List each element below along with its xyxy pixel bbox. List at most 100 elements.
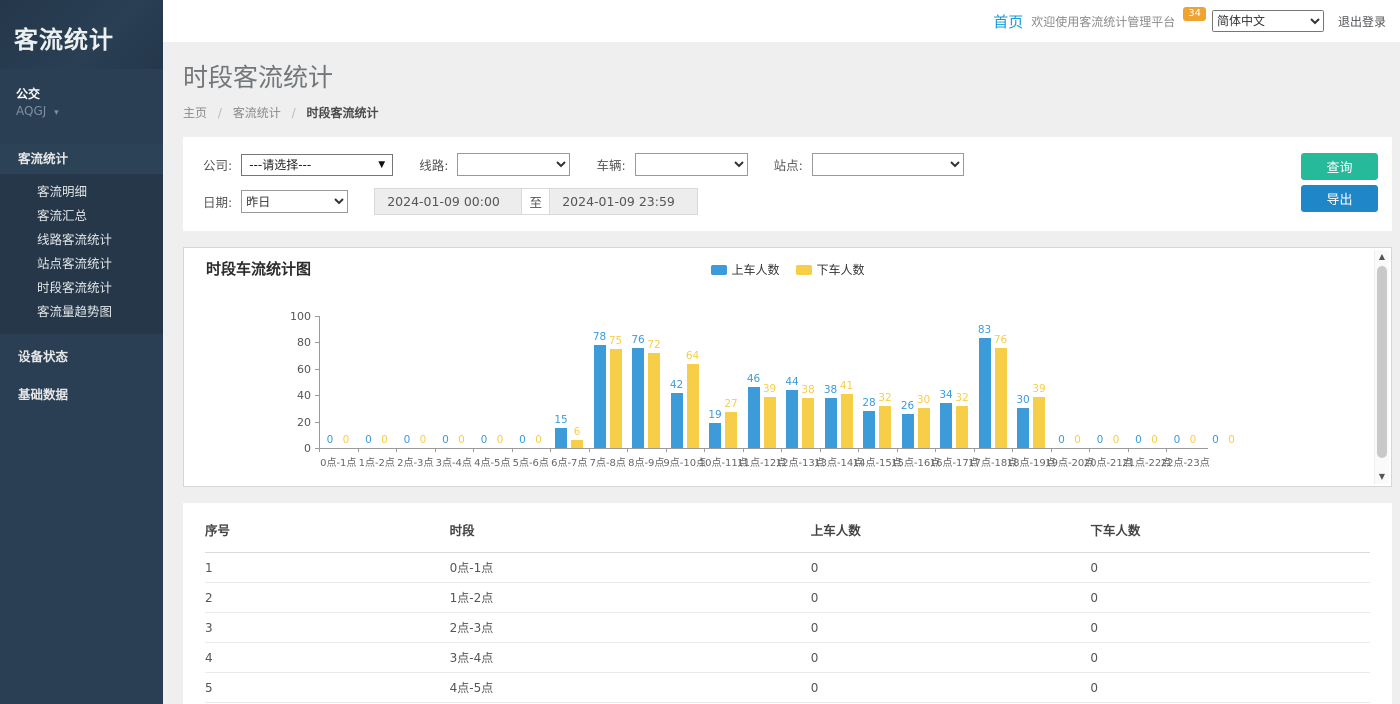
chart-bar: [918, 408, 930, 448]
date-end-input[interactable]: 2024-01-09 23:59: [550, 188, 698, 215]
table-row: 54点-5点00: [205, 673, 1370, 703]
breadcrumb-parent[interactable]: 客流统计: [233, 106, 281, 120]
line-label: 线路:: [419, 155, 448, 174]
table-cell: 0: [1090, 553, 1370, 583]
table-header-cell: 序号: [205, 507, 450, 553]
x-axis-category-label: 1点-2点: [359, 454, 395, 469]
main-area: 首页 欢迎使用客流统计管理平台 34 简体中文 退出登录 时段客流统计 主页 /…: [163, 0, 1400, 704]
x-axis-tick: [319, 448, 320, 452]
x-axis-category-label: 3点-4点: [436, 454, 472, 469]
sidebar-menu: 客流统计客流明细客流汇总线路客流统计站点客流统计时段客流统计客流量趋势图设备状态…: [0, 144, 163, 410]
chart-bar: [725, 412, 737, 448]
sidebar-subitem[interactable]: 客流明细: [0, 180, 163, 204]
bar-value-label: 76: [988, 334, 1014, 346]
x-axis-category-label: 7点-8点: [590, 454, 626, 469]
sidebar-item[interactable]: 设备状态: [0, 342, 163, 372]
sidebar-subitem[interactable]: 站点客流统计: [0, 252, 163, 276]
y-axis-tick-label: 20: [281, 416, 311, 429]
bar-value-label: 39: [1026, 383, 1052, 395]
bar-value-label: 41: [834, 380, 860, 392]
table-cell: 0: [811, 643, 1091, 673]
table-cell: 0: [1090, 583, 1370, 613]
sidebar-subitem[interactable]: 客流汇总: [0, 204, 163, 228]
legend-label: 上车人数: [731, 261, 779, 278]
table-cell: 0: [811, 553, 1091, 583]
x-axis-tick: [358, 448, 359, 452]
y-axis-tick-label: 80: [281, 336, 311, 349]
bar-value-label: 15: [548, 414, 574, 426]
page-title: 时段客流统计: [183, 58, 1392, 94]
sidebar-subitem[interactable]: 客流量趋势图: [0, 300, 163, 324]
chart-bar: [802, 398, 814, 448]
bar-chart: 020406080100000点-1点001点-2点002点-3点003点-4点…: [281, 298, 1331, 478]
table-cell: 0: [811, 583, 1091, 613]
legend-swatch-yellow: [796, 265, 812, 275]
x-axis-tick: [1051, 448, 1052, 452]
breadcrumb-home[interactable]: 主页: [183, 106, 207, 120]
table-cell: 0: [1090, 613, 1370, 643]
welcome-text: 欢迎使用客流统计管理平台: [1031, 13, 1175, 30]
chart-title: 时段车流统计图: [206, 258, 311, 279]
x-axis-category-label: 0点-1点: [320, 454, 356, 469]
table-cell: 3: [205, 613, 450, 643]
language-select[interactable]: 简体中文: [1212, 10, 1324, 32]
company-select-value: ---请选择---: [249, 156, 311, 173]
y-axis-tick-label: 60: [281, 363, 311, 376]
legend-item-boarding[interactable]: 上车人数: [710, 261, 779, 278]
company-select[interactable]: ---请选择--- ▼: [241, 154, 393, 176]
table-cell: 0: [1090, 643, 1370, 673]
breadcrumb-separator: /: [292, 106, 296, 120]
x-axis-category-label: 4点-5点: [474, 454, 510, 469]
scroll-up-icon[interactable]: ▲: [1375, 250, 1389, 264]
org-code-dropdown[interactable]: AQGJ ▾: [16, 104, 163, 118]
x-axis-category-label: 2点-3点: [397, 454, 433, 469]
y-axis-line: [319, 316, 320, 448]
chart-vertical-scrollbar[interactable]: ▲ ▼: [1374, 250, 1389, 484]
org-name: 公交: [16, 85, 163, 102]
scrollbar-thumb[interactable]: [1377, 266, 1387, 458]
x-axis-tick: [1012, 448, 1013, 452]
legend-item-alighting[interactable]: 下车人数: [796, 261, 865, 278]
filter-row-2: 日期: 昨日 2024-01-09 00:00 至 2024-01-09 23:…: [203, 188, 1272, 215]
chart-bar: [879, 406, 891, 448]
chart-legend: 上车人数 下车人数: [710, 261, 864, 278]
x-axis-tick: [473, 448, 474, 452]
x-axis-tick: [858, 448, 859, 452]
x-axis-tick: [396, 448, 397, 452]
table-cell: 1点-2点: [450, 583, 811, 613]
date-preset-select[interactable]: 昨日: [241, 190, 348, 213]
sidebar-subitem[interactable]: 时段客流统计: [0, 276, 163, 300]
sidebar-item[interactable]: 客流统计: [0, 144, 163, 174]
notification-badge[interactable]: 34: [1183, 7, 1206, 21]
export-button[interactable]: 导出: [1301, 185, 1378, 212]
x-axis-tick: [666, 448, 667, 452]
date-start-input[interactable]: 2024-01-09 00:00: [374, 188, 522, 215]
chart-bar: [786, 390, 798, 448]
bar-value-label: 64: [680, 350, 706, 362]
table-row: 21点-2点00: [205, 583, 1370, 613]
chart-bar: [594, 345, 606, 448]
x-axis-tick: [550, 448, 551, 452]
breadcrumb-separator: /: [218, 106, 222, 120]
bar-value-label: 72: [641, 339, 667, 351]
line-select[interactable]: [457, 153, 570, 176]
breadcrumb: 主页 / 客流统计 / 时段客流统计: [183, 104, 1392, 121]
x-axis-tick: [743, 448, 744, 452]
station-select[interactable]: [812, 153, 964, 176]
logout-link[interactable]: 退出登录: [1338, 13, 1386, 30]
table-row: 10点-1点00: [205, 553, 1370, 583]
chart-bar: [648, 353, 660, 448]
sidebar-subitem[interactable]: 线路客流统计: [0, 228, 163, 252]
query-button[interactable]: 查询: [1301, 153, 1378, 180]
chart-bar: [979, 338, 991, 448]
vehicle-select[interactable]: [635, 153, 748, 176]
chart-bar: [764, 397, 776, 448]
chart-bar: [709, 423, 721, 448]
home-link[interactable]: 首页: [993, 11, 1023, 32]
caret-down-icon: ▾: [54, 108, 59, 118]
scroll-down-icon[interactable]: ▼: [1375, 470, 1389, 484]
sidebar-item[interactable]: 基础数据: [0, 380, 163, 410]
org-code-label: AQGJ: [16, 104, 46, 118]
time-period-table: 序号时段上车人数下车人数 10点-1点0021点-2点0032点-3点0043点…: [205, 507, 1370, 704]
x-axis-tick: [820, 448, 821, 452]
